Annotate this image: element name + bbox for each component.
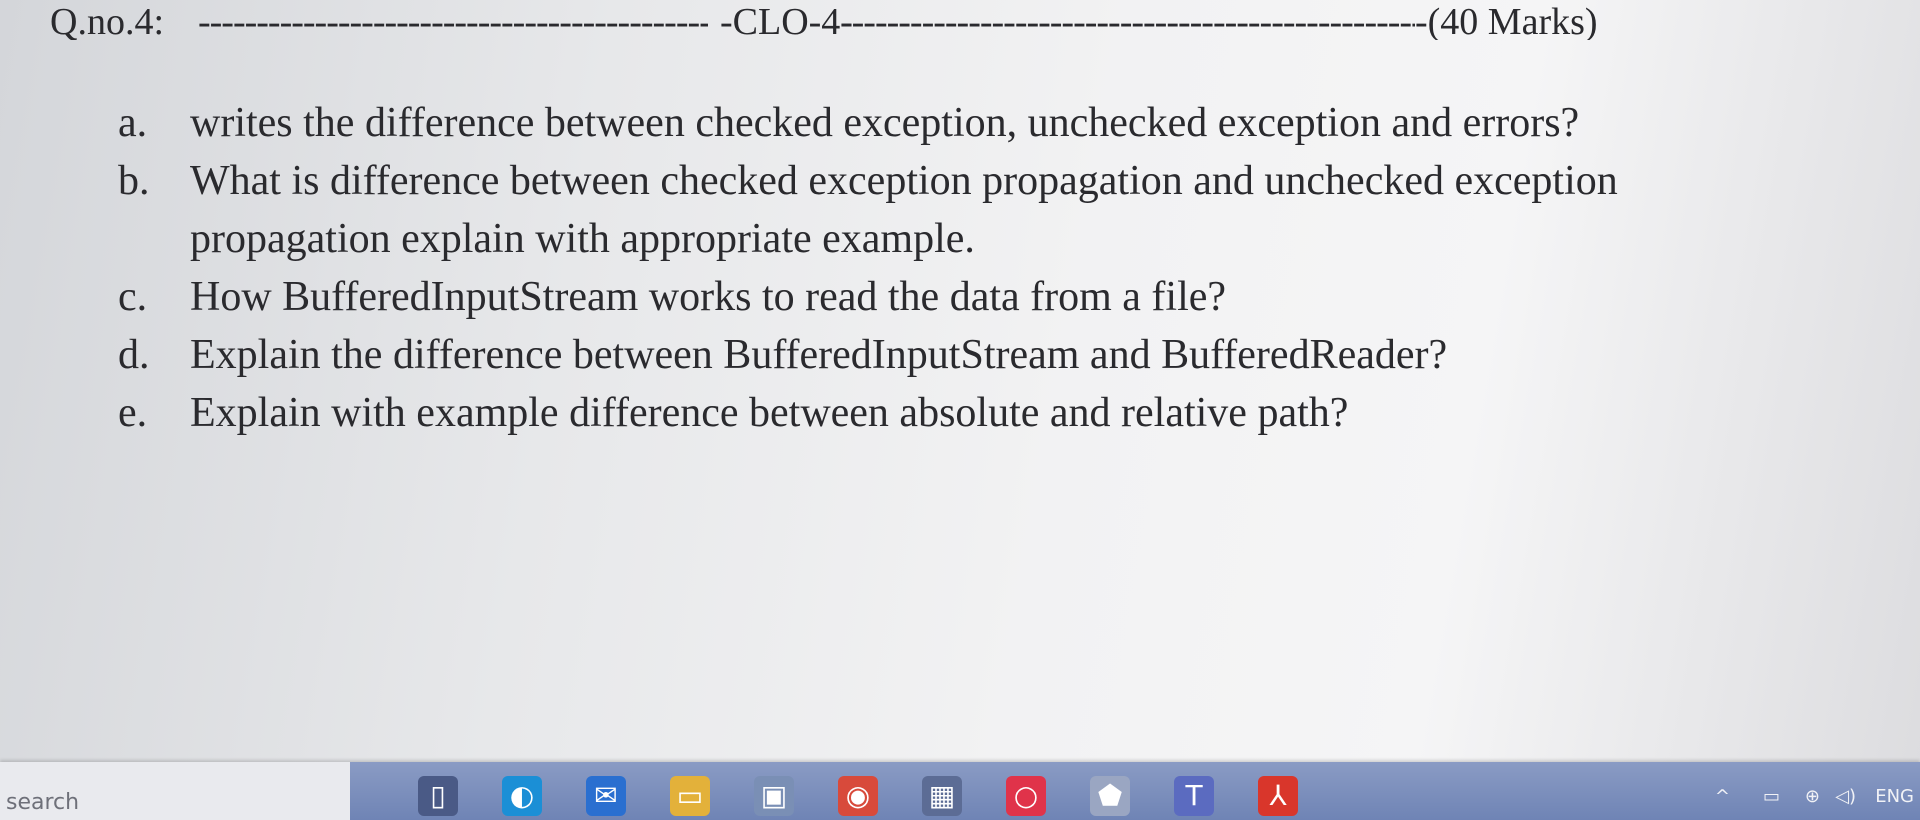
question-text: What is difference between checked excep… bbox=[190, 158, 1618, 204]
chrome-icon[interactable]: ◉ bbox=[838, 776, 878, 816]
document-page: Q.no.4: --------------------------------… bbox=[0, 0, 1920, 760]
teams-icon[interactable]: T bbox=[1174, 776, 1214, 816]
question-item: b. What is difference between checked ex… bbox=[0, 154, 1920, 208]
battery-icon[interactable]: ▭ bbox=[1763, 786, 1780, 807]
network-icon[interactable]: ⊕ bbox=[1805, 786, 1820, 807]
question-text: Explain with example difference between … bbox=[190, 390, 1349, 436]
app-icon[interactable]: ⬟ bbox=[1090, 776, 1130, 816]
question-letter: a. bbox=[118, 100, 148, 146]
edge-icon[interactable]: ◐ bbox=[502, 776, 542, 816]
question-text: Explain the difference between BufferedI… bbox=[190, 332, 1448, 378]
question-letter: d. bbox=[118, 332, 150, 378]
opera-icon[interactable]: ○ bbox=[1006, 776, 1046, 816]
taskbar: search ▯ ◐ ✉ ▭ ▣ ◉ ▦ ○ ⬟ T ⅄ ^ ▭ ⊕ ◁) ENG bbox=[0, 762, 1920, 820]
clo-label: -CLO-4- bbox=[720, 1, 853, 40]
question-text: How BufferedInputStream works to read th… bbox=[190, 274, 1227, 320]
taskbar-search-box[interactable]: search bbox=[0, 762, 350, 820]
language-indicator[interactable]: ENG bbox=[1875, 786, 1914, 807]
question-item: d. Explain the difference between Buffer… bbox=[0, 328, 1920, 382]
store-icon[interactable]: ▣ bbox=[754, 776, 794, 816]
chevron-up-icon[interactable]: ^ bbox=[1715, 786, 1730, 807]
header-dashes-right: ----------------------------------------… bbox=[840, 1, 1415, 40]
question-item: a. writes the difference between checked… bbox=[0, 96, 1920, 150]
file-explorer-icon[interactable]: ▭ bbox=[670, 776, 710, 816]
task-view-icon[interactable]: ▯ bbox=[418, 776, 458, 816]
volume-icon[interactable]: ◁) bbox=[1835, 786, 1856, 807]
header-dashes-left: ----------------------------------------… bbox=[198, 1, 708, 40]
question-header: Q.no.4: --------------------------------… bbox=[50, 0, 1650, 40]
question-item-continuation: propagation explain with appropriate exa… bbox=[0, 212, 1920, 266]
question-text: propagation explain with appropriate exa… bbox=[190, 216, 975, 262]
question-number: Q.no.4: bbox=[50, 1, 164, 40]
mail-icon[interactable]: ✉ bbox=[586, 776, 626, 816]
question-item: c. How BufferedInputStream works to read… bbox=[0, 270, 1920, 324]
search-placeholder: search bbox=[6, 790, 80, 815]
marks-label: -(40 Marks) bbox=[1415, 1, 1598, 40]
question-item: e. Explain with example difference betwe… bbox=[0, 386, 1920, 440]
question-letter: b. bbox=[118, 158, 150, 204]
question-letter: e. bbox=[118, 390, 148, 436]
question-letter: c. bbox=[118, 274, 148, 320]
calculator-icon[interactable]: ▦ bbox=[922, 776, 962, 816]
question-text: writes the difference between checked ex… bbox=[190, 100, 1580, 146]
acrobat-icon[interactable]: ⅄ bbox=[1258, 776, 1298, 816]
